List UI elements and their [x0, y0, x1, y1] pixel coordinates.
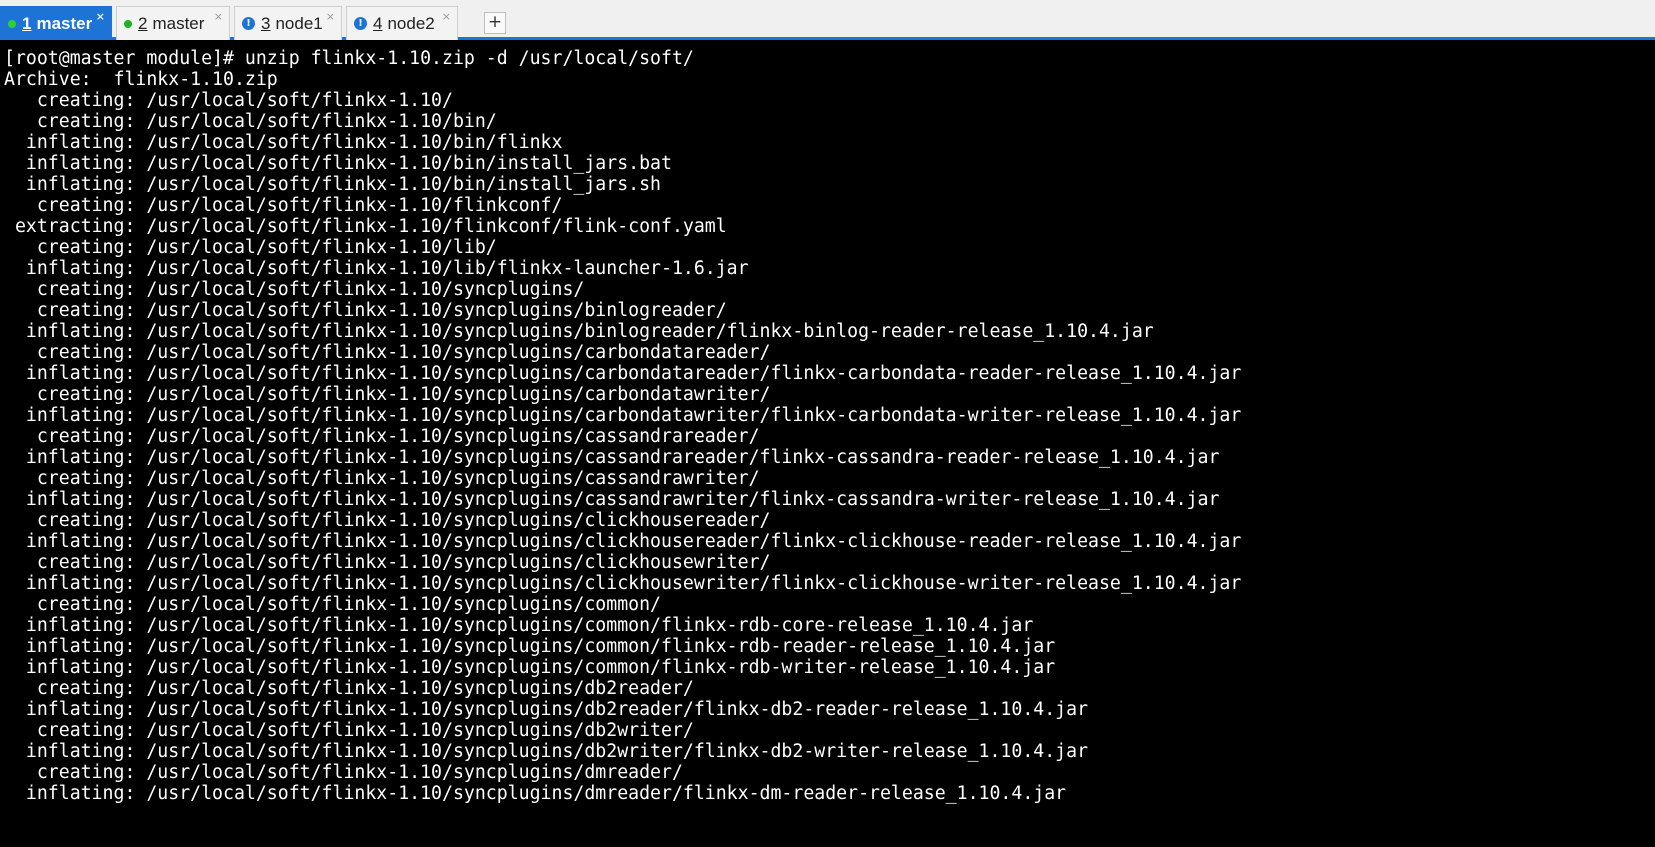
- terminal-line: inflating: /usr/local/soft/flinkx-1.10/l…: [4, 258, 749, 279]
- terminal-line: creating: /usr/local/soft/flinkx-1.10/sy…: [4, 762, 683, 783]
- terminal-line: inflating: /usr/local/soft/flinkx-1.10/s…: [4, 615, 1034, 636]
- tab-session-3[interactable]: ! 3 node1 ×: [234, 6, 342, 40]
- tab-number: 2: [138, 13, 148, 33]
- terminal-line: creating: /usr/local/soft/flinkx-1.10/sy…: [4, 552, 771, 573]
- tab-label: master: [152, 13, 205, 33]
- tab-session-1[interactable]: 1 master ×: [0, 6, 112, 40]
- terminal-line: inflating: /usr/local/soft/flinkx-1.10/s…: [4, 321, 1154, 342]
- terminal-line: creating: /usr/local/soft/flinkx-1.10/sy…: [4, 594, 661, 615]
- terminal-line: [root@master module]# unzip flinkx-1.10.…: [4, 48, 694, 69]
- close-icon[interactable]: ×: [96, 10, 105, 23]
- terminal-line: inflating: /usr/local/soft/flinkx-1.10/b…: [4, 174, 661, 195]
- tab-label: node1: [275, 13, 323, 33]
- connected-status-icon: [124, 19, 132, 28]
- terminal-line: creating: /usr/local/soft/flinkx-1.10/sy…: [4, 720, 694, 741]
- terminal-line: creating: /usr/local/soft/flinkx-1.10/sy…: [4, 279, 585, 300]
- terminal-line: creating: /usr/local/soft/flinkx-1.10/sy…: [4, 426, 760, 447]
- terminal-line: inflating: /usr/local/soft/flinkx-1.10/s…: [4, 405, 1242, 426]
- session-tab-bar: 1 master × 2 master × ! 3 node1 × ! 4 no…: [0, 0, 1655, 40]
- terminal-line: creating: /usr/local/soft/flinkx-1.10/sy…: [4, 510, 771, 531]
- terminal-line: creating: /usr/local/soft/flinkx-1.10/sy…: [4, 384, 771, 405]
- terminal-line: creating: /usr/local/soft/flinkx-1.10/fl…: [4, 195, 563, 216]
- terminal-line: inflating: /usr/local/soft/flinkx-1.10/s…: [4, 489, 1220, 510]
- tab-number: 1: [22, 13, 32, 33]
- tab-number: 3: [261, 13, 271, 33]
- tab-session-2[interactable]: 2 master ×: [116, 6, 230, 40]
- close-icon[interactable]: ×: [326, 10, 335, 23]
- tab-session-4[interactable]: ! 4 node2 ×: [346, 6, 458, 40]
- terminal-line: inflating: /usr/local/soft/flinkx-1.10/b…: [4, 153, 672, 174]
- terminal-line: inflating: /usr/local/soft/flinkx-1.10/s…: [4, 447, 1220, 468]
- terminal-line: creating: /usr/local/soft/flinkx-1.10/bi…: [4, 111, 497, 132]
- terminal-line: creating: /usr/local/soft/flinkx-1.10/sy…: [4, 342, 771, 363]
- terminal-line: inflating: /usr/local/soft/flinkx-1.10/s…: [4, 636, 1056, 657]
- terminal-line: Archive: flinkx-1.10.zip: [4, 69, 278, 90]
- terminal-line: creating: /usr/local/soft/flinkx-1.10/sy…: [4, 678, 694, 699]
- terminal-line: inflating: /usr/local/soft/flinkx-1.10/s…: [4, 699, 1089, 720]
- terminal-line: inflating: /usr/local/soft/flinkx-1.10/s…: [4, 741, 1089, 762]
- terminal-line: inflating: /usr/local/soft/flinkx-1.10/s…: [4, 657, 1056, 678]
- info-badge-icon: !: [354, 17, 367, 30]
- terminal-line: creating: /usr/local/soft/flinkx-1.10/sy…: [4, 300, 727, 321]
- terminal-line: creating: /usr/local/soft/flinkx-1.10/: [4, 90, 453, 111]
- terminal-line: creating: /usr/local/soft/flinkx-1.10/sy…: [4, 468, 760, 489]
- new-tab-button[interactable]: +: [484, 12, 506, 34]
- connected-status-icon: [8, 19, 16, 28]
- info-badge-icon: !: [242, 17, 255, 30]
- terminal-line: inflating: /usr/local/soft/flinkx-1.10/s…: [4, 531, 1242, 552]
- terminal-line: creating: /usr/local/soft/flinkx-1.10/li…: [4, 237, 497, 258]
- terminal-line: inflating: /usr/local/soft/flinkx-1.10/s…: [4, 573, 1242, 594]
- close-icon[interactable]: ×: [442, 10, 451, 23]
- terminal-line: extracting: /usr/local/soft/flinkx-1.10/…: [4, 216, 727, 237]
- terminal-line: inflating: /usr/local/soft/flinkx-1.10/b…: [4, 132, 563, 153]
- tab-number: 4: [373, 13, 383, 33]
- tab-label: master: [36, 13, 93, 33]
- terminal-line: inflating: /usr/local/soft/flinkx-1.10/s…: [4, 783, 1067, 804]
- tab-label: node2: [387, 13, 435, 33]
- close-icon[interactable]: ×: [214, 10, 223, 23]
- terminal-line: inflating: /usr/local/soft/flinkx-1.10/s…: [4, 363, 1242, 384]
- terminal-output[interactable]: [root@master module]# unzip flinkx-1.10.…: [0, 43, 1655, 847]
